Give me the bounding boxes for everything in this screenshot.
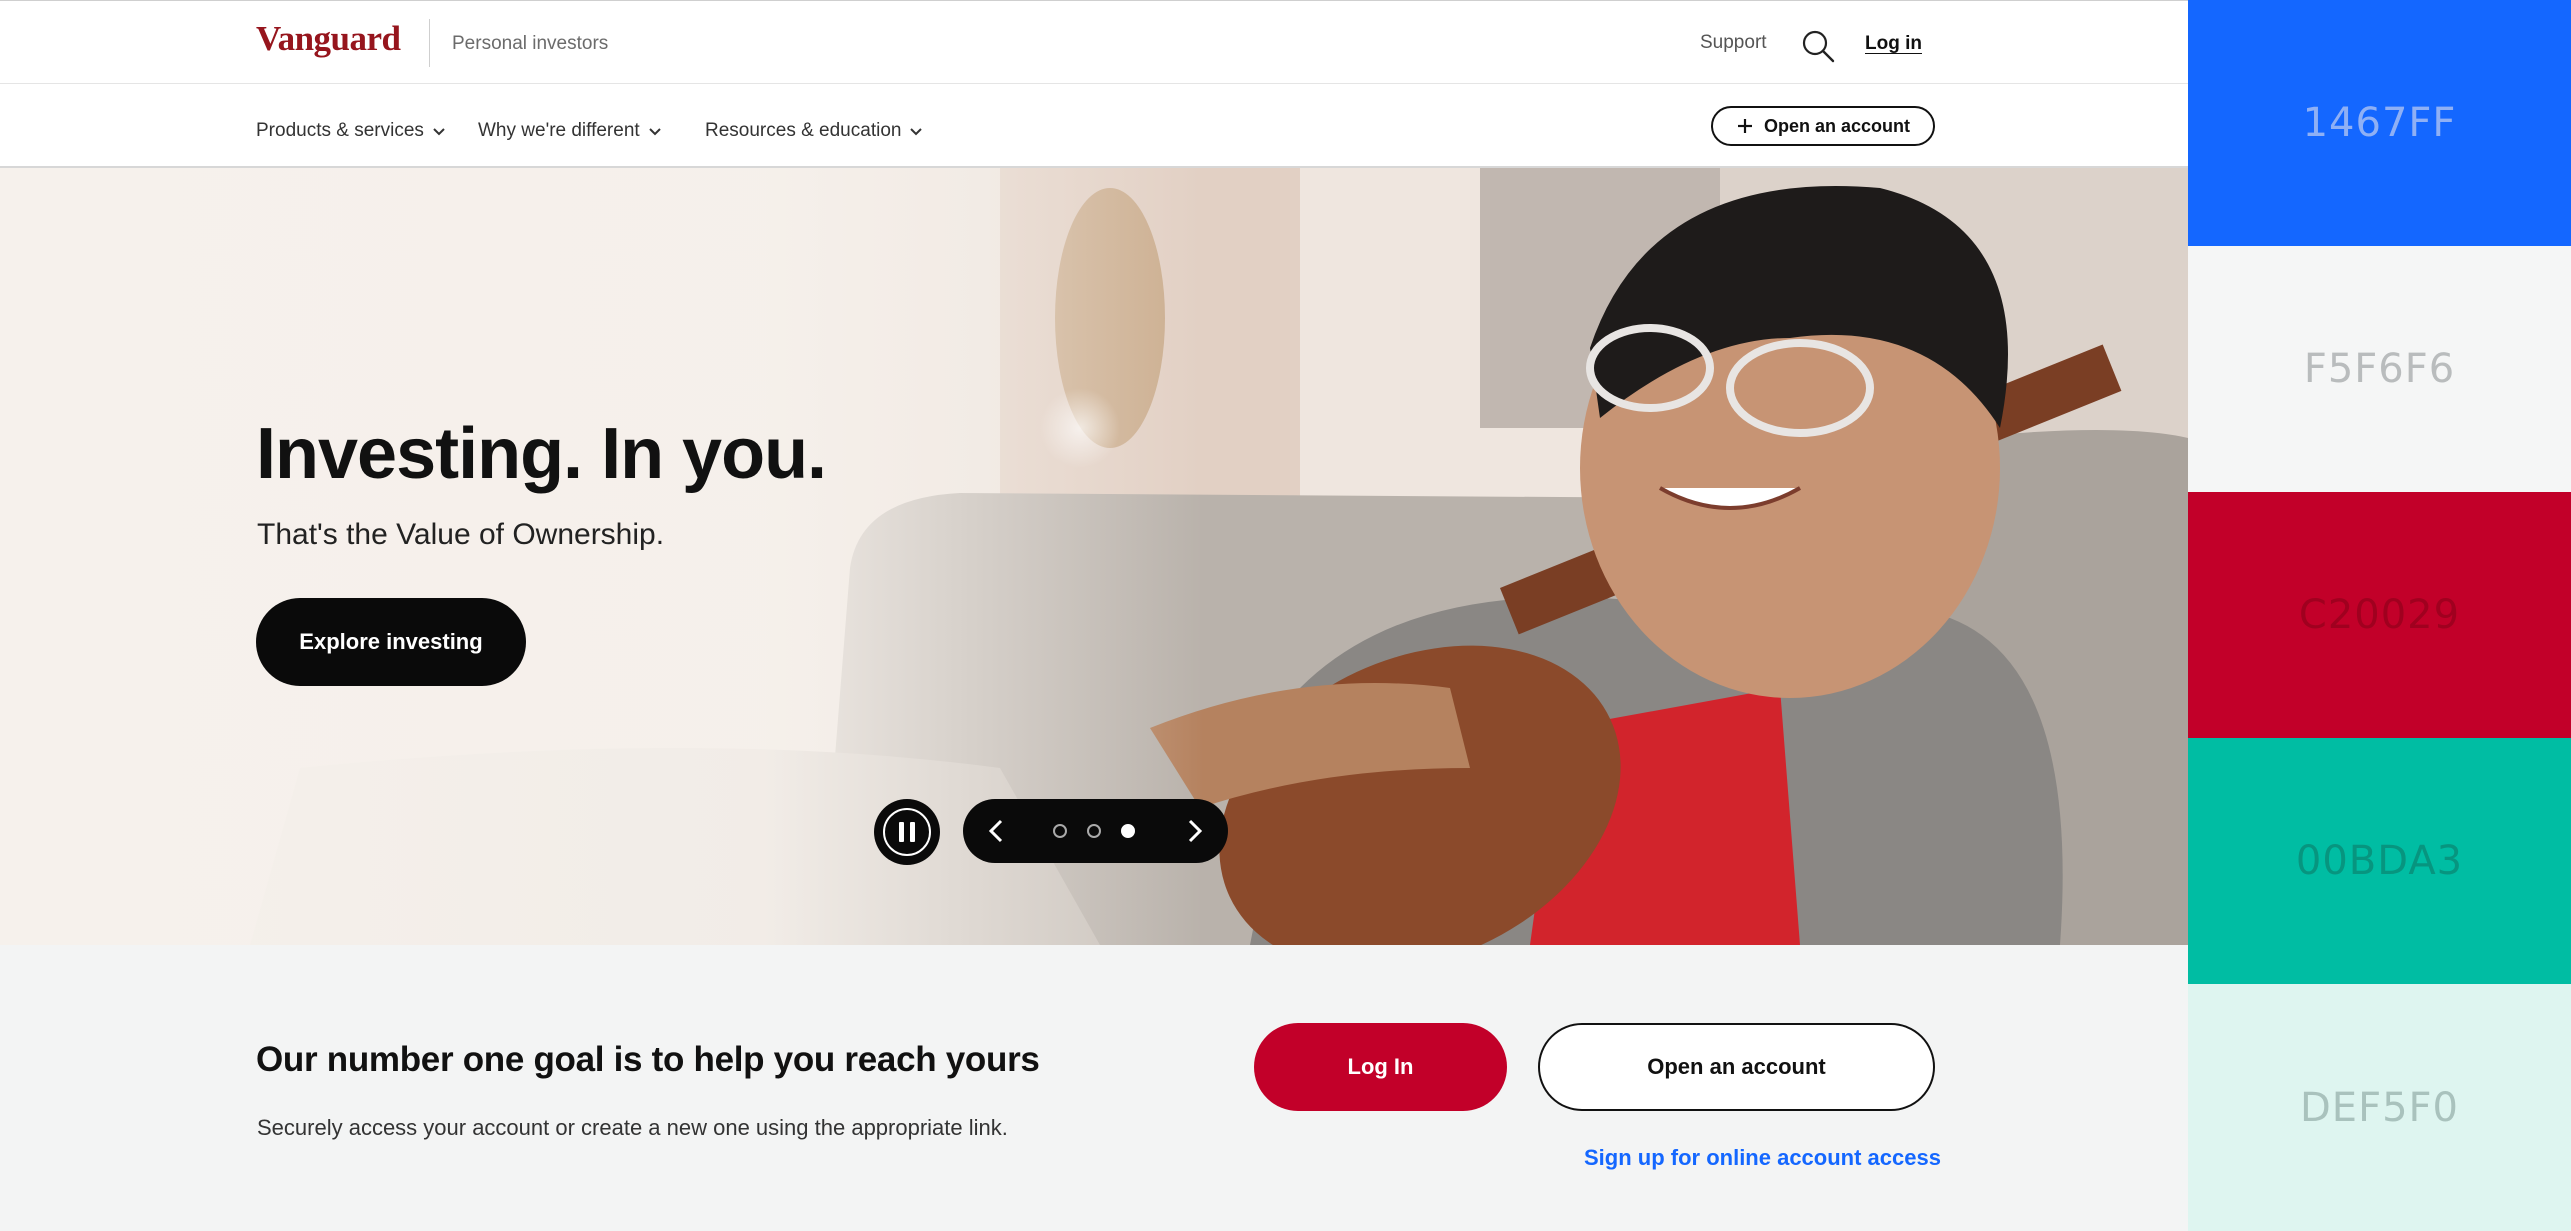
nav-products-services[interactable]: Products & services — [256, 120, 446, 142]
explore-investing-button[interactable]: Explore investing — [256, 598, 526, 686]
open-account-button[interactable]: Open an account — [1538, 1023, 1935, 1111]
nav-resources-education[interactable]: Resources & education — [705, 120, 923, 142]
nav-why-different[interactable]: Why we're different — [478, 120, 662, 142]
carousel-dot-1[interactable] — [1053, 824, 1067, 838]
swatch-hex: DEF5F0 — [2300, 1084, 2459, 1131]
swatch-hex: C20029 — [2298, 592, 2461, 638]
carousel-controls — [963, 799, 1228, 863]
swatch-red: C20029 — [2188, 492, 2571, 738]
hero-subtitle: That's the Value of Ownership. — [257, 518, 665, 551]
chevron-down-icon — [433, 128, 445, 136]
swatch-hex: F5F6F6 — [2303, 346, 2456, 392]
chevron-right-icon[interactable] — [1178, 815, 1210, 847]
color-palette: 1467FF F5F6F6 C20029 00BDA3 DEF5F0 — [2188, 0, 2571, 1231]
swatch-light-gray: F5F6F6 — [2188, 246, 2571, 492]
goal-description: Securely access your account or create a… — [257, 1115, 1008, 1140]
swatch-hex: 1467FF — [2302, 100, 2457, 146]
signup-online-access-link[interactable]: Sign up for online account access — [1584, 1145, 1941, 1171]
nav-label: Products & services — [256, 120, 424, 141]
main-nav: Products & services Why we're different … — [0, 84, 2188, 168]
nav-label: Resources & education — [705, 120, 902, 141]
swatch-teal: 00BDA3 — [2188, 738, 2571, 984]
hero-carousel: Investing. In you. That's the Value of O… — [0, 168, 2188, 945]
chevron-left-icon[interactable] — [981, 815, 1013, 847]
goal-title: Our number one goal is to help you reach… — [256, 1040, 1040, 1079]
support-link[interactable]: Support — [1700, 32, 1767, 54]
swatch-hex: 00BDA3 — [2295, 838, 2464, 884]
swatch-mint: DEF5F0 — [2188, 984, 2571, 1231]
nav-label: Why we're different — [478, 120, 640, 141]
vanguard-logo[interactable]: Vanguard — [256, 19, 401, 59]
top-header: Vanguard Personal investors Support Log … — [0, 0, 2188, 84]
search-icon[interactable] — [1800, 28, 1836, 64]
goal-section: Our number one goal is to help you reach… — [0, 945, 2188, 1231]
section-label[interactable]: Personal investors — [452, 33, 608, 55]
swatch-blue: 1467FF — [2188, 0, 2571, 246]
chevron-down-icon — [910, 128, 923, 136]
hero-title: Investing. In you. — [256, 414, 827, 494]
carousel-dot-2[interactable] — [1087, 824, 1101, 838]
login-link[interactable]: Log in — [1865, 33, 1922, 55]
logo-divider — [429, 19, 430, 67]
open-account-label: Open an account — [1763, 115, 1911, 136]
website: Vanguard Personal investors Support Log … — [0, 0, 2188, 1231]
open-account-header-button[interactable]: Open an account — [1711, 106, 1935, 146]
carousel-pause-button[interactable] — [874, 799, 940, 865]
plus-icon — [1737, 119, 1752, 133]
carousel-dot-3[interactable] — [1121, 824, 1135, 838]
pause-icon — [883, 808, 931, 856]
chevron-down-icon — [648, 128, 661, 136]
login-button[interactable]: Log In — [1254, 1023, 1507, 1111]
